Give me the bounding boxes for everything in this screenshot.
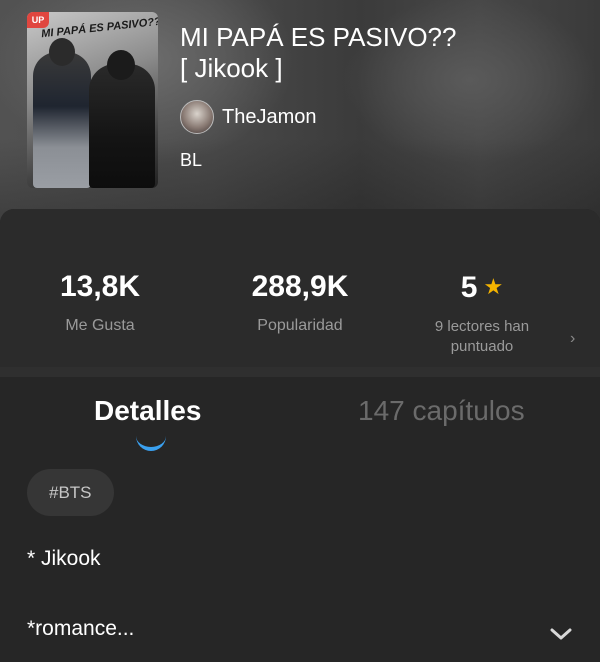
likes-label: Me Gusta: [65, 317, 135, 334]
cover-figure-right: [89, 64, 155, 188]
cover-head-left: [49, 38, 75, 66]
chevron-down-icon[interactable]: [548, 621, 574, 647]
rating-label-line2: puntuado: [450, 338, 514, 355]
tab-indicator: [136, 433, 166, 451]
tag-chip[interactable]: #BTS: [27, 469, 114, 516]
cover-figure-left: [33, 52, 91, 188]
description-line: * Jikook: [27, 547, 101, 570]
avatar[interactable]: [180, 100, 214, 134]
star-icon: ★: [483, 274, 504, 299]
stat-rating[interactable]: 5 ★ 9 lectores han puntuado: [382, 269, 582, 357]
stat-likes: 13,8K Me Gusta: [0, 269, 200, 336]
cover-title-art: MI PAPÁ ES PASIVO??: [40, 15, 158, 41]
tab-bar: Detalles 147 capítulos: [0, 377, 600, 451]
genre-label: BL: [180, 150, 203, 170]
rating-label-line1: 9 lectores han: [434, 318, 530, 335]
likes-value: 13,8K: [59, 270, 141, 303]
cover-head-right: [107, 50, 135, 80]
description-line: *romance...: [27, 617, 135, 640]
section-divider: [0, 367, 600, 377]
book-title-line2: [ Jikook ]: [180, 53, 283, 83]
popularity-value: 288,9K: [251, 270, 349, 303]
stat-popularity: 288,9K Popularidad: [200, 269, 400, 336]
tab-chapters[interactable]: 147 capítulos: [358, 395, 525, 427]
details-sheet: 13,8K Me Gusta 288,9K Popularidad 5 ★ 9 l…: [0, 209, 600, 662]
book-title-line1: MI PAPÁ ES PASIVO??: [180, 22, 457, 52]
author[interactable]: TheJamon: [180, 100, 317, 134]
stats-bar: 13,8K Me Gusta 288,9K Popularidad 5 ★ 9 l…: [0, 209, 600, 367]
author-name[interactable]: TheJamon: [222, 106, 317, 129]
book-title: MI PAPÁ ES PASIVO?? [ Jikook ]: [180, 22, 580, 84]
rating-value: 5: [460, 271, 478, 304]
rating-value-row: 5 ★: [382, 269, 582, 306]
chevron-right-icon[interactable]: ›: [570, 330, 575, 348]
rating-label: 9 lectores han puntuado: [382, 317, 582, 357]
tab-details[interactable]: Detalles: [94, 395, 201, 427]
update-badge: UP: [27, 12, 49, 28]
popularity-label: Popularidad: [257, 317, 343, 334]
book-cover[interactable]: MI PAPÁ ES PASIVO??: [27, 12, 158, 188]
